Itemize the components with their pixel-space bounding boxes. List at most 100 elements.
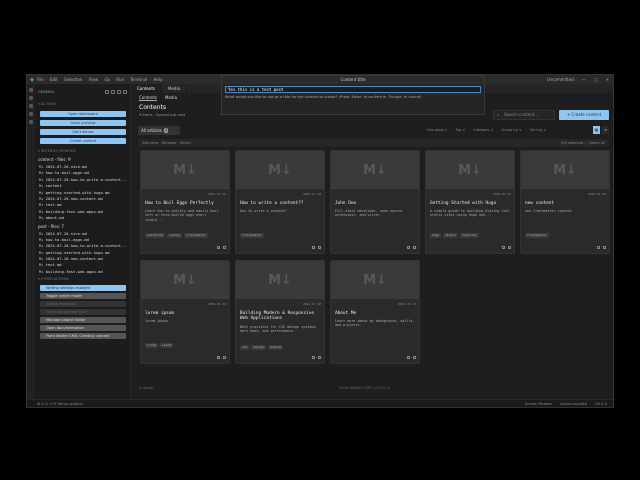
open-icon[interactable] xyxy=(312,356,315,359)
selection-status[interactable]: 0/9 selected ○ Select all xyxy=(561,139,605,147)
menu-help[interactable]: Help xyxy=(153,77,162,82)
content-card[interactable]: M↓ 2024-07-20 About Me Learn more about my … xyxy=(330,260,420,364)
select-button[interactable]: Select xyxy=(180,141,191,145)
more-icon[interactable] xyxy=(123,90,127,94)
card-title[interactable]: About Me xyxy=(335,311,416,316)
nav-media[interactable]: Media xyxy=(165,95,177,100)
other-action-button[interactable]: Manage project folder xyxy=(40,317,126,324)
status-autocomplete[interactable]: Autocomplete xyxy=(560,400,587,407)
sort-by-filter[interactable]: Sort by ∨ xyxy=(528,128,549,132)
nav-contents[interactable]: Contents xyxy=(139,95,157,101)
menu-run[interactable]: Run xyxy=(116,77,124,82)
card-tag[interactable]: lorem xyxy=(145,343,159,348)
menu-selection[interactable]: Selection xyxy=(64,77,82,82)
start-server-button[interactable]: Start server xyxy=(40,129,126,135)
open-preview-button[interactable]: Open preview xyxy=(40,120,126,126)
maximize-icon[interactable]: □ xyxy=(594,77,598,82)
card-title[interactable]: lorem ipsum xyxy=(145,311,226,316)
other-action-button[interactable]: Generate content type xyxy=(40,309,126,316)
list-view-icon[interactable]: ≡ xyxy=(602,126,609,134)
open-icon[interactable] xyxy=(217,356,220,359)
card-title[interactable]: How to write a content?? xyxy=(240,201,321,206)
more-icon[interactable] xyxy=(318,356,321,359)
open-icon[interactable] xyxy=(502,246,505,249)
content-card[interactable]: M↓ 2024-07-20 new content new frontmatter c… xyxy=(520,150,610,254)
extensions-icon[interactable] xyxy=(29,112,33,116)
menu-go[interactable]: Go xyxy=(105,77,111,82)
other-action-button[interactable]: Open documentation xyxy=(40,325,126,332)
card-tag[interactable]: hugo xyxy=(430,233,442,238)
edit-view-button[interactable]: Edit view xyxy=(142,141,158,145)
menu-view[interactable]: View xyxy=(89,77,99,82)
menu-file[interactable]: File xyxy=(37,77,44,82)
explorer-icon[interactable] xyxy=(29,88,33,92)
card-tag[interactable]: static xyxy=(443,233,459,238)
create-content-top-button[interactable]: + Create content xyxy=(559,110,609,120)
other-action-button[interactable]: Front Matter CMS: Creating content xyxy=(40,333,126,340)
card-title[interactable]: How to Boil Eggs Perfectly xyxy=(145,201,226,206)
create-content-button[interactable]: Create content xyxy=(40,138,126,144)
tab-contents[interactable]: Contents xyxy=(131,84,162,93)
refresh-icon[interactable] xyxy=(105,90,109,94)
card-tag[interactable]: frontmatter xyxy=(184,233,208,238)
other-action-button[interactable]: Writing settings enabled xyxy=(40,285,126,292)
card-tag[interactable]: frontmatter xyxy=(240,233,264,238)
open-icon[interactable] xyxy=(217,246,220,249)
dashboard-icon[interactable] xyxy=(117,90,121,94)
card-title[interactable]: Building Modern & Responsive Web Applica… xyxy=(240,311,321,321)
support-link[interactable]: Support xyxy=(139,385,154,390)
remove-button[interactable]: Remove xyxy=(162,141,177,145)
content-card[interactable]: M↓ 2024-07-20 How to write a content?? How … xyxy=(235,150,325,254)
card-tag[interactable]: css xyxy=(240,345,250,350)
card-tag[interactable]: quickfood xyxy=(145,233,166,238)
card-tag[interactable]: frontmatter xyxy=(525,233,549,238)
recent-section-label[interactable]: ▾ RECENTLY MODIFIED xyxy=(35,147,130,155)
card-title[interactable]: new content xyxy=(525,201,606,206)
grid-view-icon[interactable]: ▦ xyxy=(593,126,600,134)
card-tag[interactable]: tutorial xyxy=(460,233,479,238)
status-screen-reader[interactable]: Screen Reader xyxy=(525,400,553,407)
close-icon[interactable]: ✕ xyxy=(606,77,609,82)
group-by-filter[interactable]: Group by ∨ xyxy=(499,128,523,132)
content-card[interactable]: M↓ 2024-07-20 Getting Started with Hugo A s… xyxy=(425,150,515,254)
status-version[interactable]: 18.2.0 xyxy=(595,400,607,407)
content-card[interactable]: M↓ 2024-07-20 Building Modern & Responsive… xyxy=(235,260,325,364)
content-card[interactable]: M↓ John Doe Full-stack developer, open-sou… xyxy=(330,150,420,254)
card-title[interactable]: John Doe xyxy=(335,201,416,206)
open-icon[interactable] xyxy=(407,356,410,359)
card-tag[interactable]: mobile xyxy=(268,345,284,350)
more-icon[interactable] xyxy=(223,356,226,359)
status-left[interactable]: ⊗ 0 ⚠ 0 ⟳ demo-project xyxy=(37,400,83,407)
more-icon[interactable] xyxy=(508,246,511,249)
other-action-button[interactable]: Toggle center mode xyxy=(40,293,126,300)
other-action-button[interactable]: Create template xyxy=(40,301,126,308)
more-icon[interactable] xyxy=(318,246,321,249)
source-control-icon[interactable] xyxy=(29,104,33,108)
open-icon[interactable] xyxy=(597,246,600,249)
card-title[interactable]: Getting Started with Hugo xyxy=(430,201,511,206)
card-tag[interactable]: recipe xyxy=(167,233,183,238)
more-icon[interactable] xyxy=(413,356,416,359)
menu-edit[interactable]: Edit xyxy=(50,77,58,82)
category-filter[interactable]: Category ∨ xyxy=(471,128,495,132)
more-icon[interactable] xyxy=(413,246,416,249)
all-articles-tab[interactable]: All articles 9 xyxy=(138,126,180,135)
grouping-filter[interactable]: Grouping ∨ xyxy=(425,128,449,132)
content-card[interactable]: M↓ 2024-07-20 lorem ipsum lorem ipsum lorem i… xyxy=(140,260,230,364)
actions-section-label[interactable]: ▾ ACTIONS xyxy=(35,100,130,108)
search-input[interactable]: Search content... xyxy=(493,110,555,120)
card-tag[interactable]: ipsum xyxy=(160,343,174,348)
tag-filter[interactable]: Tag ∨ xyxy=(453,128,467,132)
open-icon[interactable] xyxy=(312,246,315,249)
minimize-icon[interactable]: — xyxy=(582,77,586,82)
menu-terminal[interactable]: Terminal xyxy=(130,77,147,82)
open-dashboard-button[interactable]: Open dashboard xyxy=(40,111,126,117)
content-card[interactable]: M↓ 2024-07-20 How to Boil Eggs Perfectly Le… xyxy=(140,150,230,254)
search-icon[interactable] xyxy=(29,96,33,100)
content-title-input[interactable]: Yes this is a test post xyxy=(225,86,481,93)
more-icon[interactable] xyxy=(603,246,606,249)
other-section-label[interactable]: ▾ OTHER ACTIONS xyxy=(35,275,130,283)
more-icon[interactable] xyxy=(223,246,226,249)
frontmatter-icon[interactable] xyxy=(29,120,33,124)
settings-icon[interactable] xyxy=(111,90,115,94)
